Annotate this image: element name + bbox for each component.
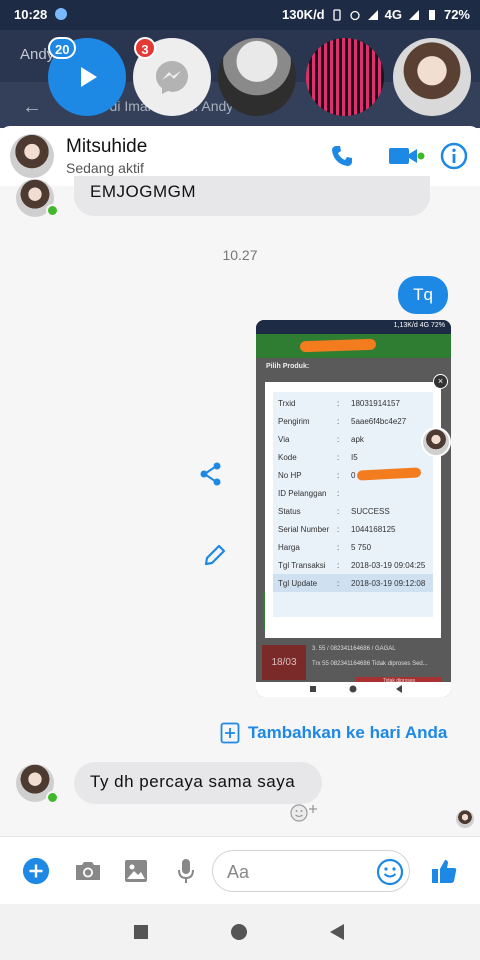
transaction-row: Tgl Transaksi:2018-03-19 09:04:25 xyxy=(278,561,426,570)
transaction-row: No HP:0 xyxy=(273,466,433,484)
online-indicator xyxy=(46,791,59,804)
screenshot-status-bar: 1,13K/d 4G 72% xyxy=(256,320,451,334)
screenshot-nav-icons xyxy=(310,685,402,693)
message-input[interactable] xyxy=(227,860,357,884)
add-to-story-button[interactable]: Tambahkan ke hari Anda xyxy=(220,722,447,744)
play-icon xyxy=(81,67,97,87)
contact-avatar[interactable] xyxy=(10,134,54,178)
shared-screenshot[interactable]: 1,13K/d 4G 72% Pilih Produk: Trxid:18031… xyxy=(256,320,451,697)
network-speed: 130K/d xyxy=(281,7,325,22)
voice-message-button[interactable] xyxy=(172,857,200,885)
nav-circle-icon[interactable] xyxy=(229,922,249,942)
conversation[interactable]: EMJOGMGM 10.27 Tq 1,13K/d 4G 72% Pilih P… xyxy=(0,176,480,836)
messenger-count-badge: 3 xyxy=(134,37,156,59)
chat-head-music-photo[interactable] xyxy=(306,38,384,116)
gallery-button[interactable] xyxy=(122,857,150,885)
plus-square-icon xyxy=(220,722,240,744)
transaction-row: Harga:5 750 xyxy=(278,543,372,552)
redaction-mark xyxy=(356,467,422,481)
edit-icon[interactable] xyxy=(202,542,228,568)
network-type: 4G xyxy=(384,7,402,22)
messenger-icon xyxy=(156,61,188,94)
transaction-dialog: Trxid:18031914157 Pengirim:5aae6f4bc4e27… xyxy=(265,382,441,638)
transaction-row: Pengirim:5aae6f4bc4e27 xyxy=(278,417,407,426)
contact-status: Sedang aktif xyxy=(66,160,144,176)
like-button[interactable] xyxy=(430,857,458,885)
incoming-message[interactable]: Ty dh percaya sama saya xyxy=(74,762,322,804)
screenshot-list-line: 3. 55 / 082341164686 / GAGAL xyxy=(312,646,396,652)
incoming-message[interactable]: EMJOGMGM xyxy=(74,176,430,216)
camera-icon xyxy=(76,862,100,880)
screenshot-close-icon: × xyxy=(433,374,448,389)
video-call-button[interactable] xyxy=(386,142,426,170)
video-count-badge: 20 xyxy=(48,37,77,59)
transaction-row: Kode: I5 xyxy=(278,453,358,462)
system-navigation-bar xyxy=(0,904,480,960)
battery-icon xyxy=(428,9,435,20)
battery-level: 72% xyxy=(443,7,470,22)
voice-call-button[interactable] xyxy=(328,142,356,170)
transaction-table: Trxid:18031914157 Pengirim:5aae6f4bc4e27… xyxy=(273,392,433,617)
outgoing-message[interactable]: Tq xyxy=(398,276,448,314)
nav-back-icon[interactable] xyxy=(327,922,347,942)
messenger-notification-icon xyxy=(55,8,67,20)
info-icon xyxy=(440,142,468,170)
phone-icon xyxy=(332,146,352,166)
transaction-row: Via: apk xyxy=(278,435,364,444)
vibrate-icon xyxy=(332,8,341,21)
seen-indicator-avatar xyxy=(456,810,474,828)
transaction-row: ID Pelanggan: xyxy=(278,489,340,498)
nav-square-icon[interactable] xyxy=(131,922,151,942)
cell-signal-icon xyxy=(408,9,419,20)
image-icon xyxy=(125,860,147,882)
screenshot-list-line: Trx 55 082341164686 Tidak diproses Sed..… xyxy=(312,661,428,667)
alarm-icon xyxy=(349,10,360,20)
emoji-add-icon[interactable] xyxy=(290,802,320,822)
screenshot-product-label: Pilih Produk: xyxy=(266,363,310,370)
plus-circle-icon xyxy=(22,857,50,885)
message-composer xyxy=(0,836,480,904)
transaction-row: Tgl Update:2018-03-19 09:12:08 xyxy=(273,574,433,592)
microphone-icon xyxy=(178,859,194,883)
screenshot-nav-bar xyxy=(256,682,451,697)
screenshot-chat-head xyxy=(421,427,451,457)
video-camera-icon xyxy=(389,148,425,164)
online-indicator xyxy=(46,204,59,217)
transaction-row: Trxid:18031914157 xyxy=(278,399,400,408)
screenshot-status-text: 1,13K/d 4G 72% xyxy=(393,322,445,329)
status-time: 10:28 xyxy=(14,7,48,22)
conversation-info-button[interactable] xyxy=(440,142,468,170)
chat-head-group-photo[interactable] xyxy=(218,38,296,116)
message-input-box[interactable] xyxy=(212,850,410,892)
status-bar: 10:28 130K/d 4G 72% xyxy=(0,0,480,30)
chat-head-mitsuhide[interactable] xyxy=(393,38,471,116)
time-separator: 10.27 xyxy=(222,247,258,263)
transaction-row: Serial Number:1044168125 xyxy=(278,525,396,534)
screenshot-list-date: 18/03 xyxy=(262,645,306,680)
smile-icon[interactable] xyxy=(376,858,404,886)
more-actions-button[interactable] xyxy=(22,857,50,885)
contact-name[interactable]: Mitsuhide xyxy=(66,136,147,158)
add-to-story-label: Tambahkan ke hari Anda xyxy=(248,723,448,742)
back-arrow-icon: ← xyxy=(22,96,42,118)
wifi-signal-icon xyxy=(367,9,378,20)
transaction-row: Status: SUCCESS xyxy=(278,507,390,516)
share-icon[interactable] xyxy=(198,461,224,487)
thumbs-up-icon xyxy=(432,860,457,883)
status-right: 130K/d 4G 72% xyxy=(282,7,470,22)
camera-button[interactable] xyxy=(74,857,102,885)
